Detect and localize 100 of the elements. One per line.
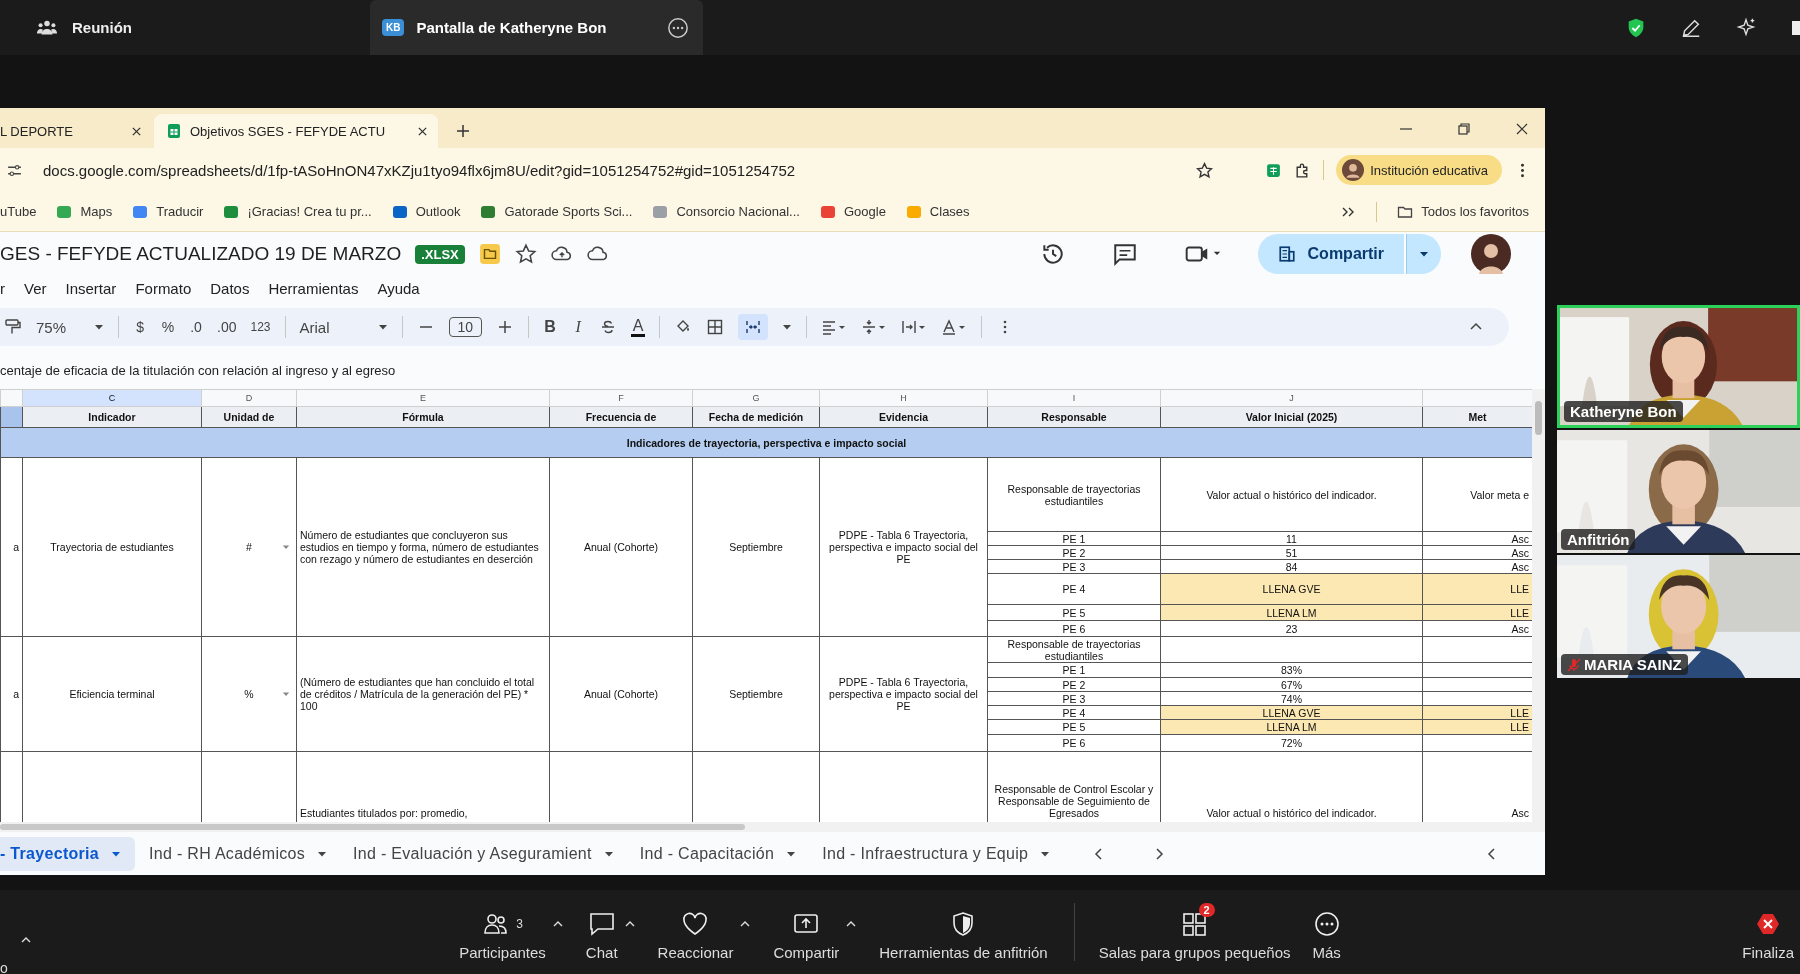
new-tab-icon[interactable] [456,124,470,138]
merge-cells-button[interactable] [738,314,769,340]
italic-button[interactable]: I [571,318,586,336]
merge-icon [744,318,763,336]
restore-icon[interactable] [1457,122,1471,136]
bookmark[interactable]: uTube [0,204,37,219]
menu-item[interactable]: Insertar [65,279,117,297]
meeting-tab[interactable]: Reunión [72,19,132,36]
dropdown-caret-icon[interactable] [282,543,290,551]
menu-item[interactable]: Herramientas [268,279,359,297]
table-cell: Número de estudiantes que concluyeron sus estudios en tiempo y forma, número de estudiantes con rezago y número de estudiantes en deserción [296,457,550,637]
font-size-field[interactable]: 10 [448,317,483,337]
table-cell: Septiembre [692,457,820,637]
menu-item[interactable]: Ver [24,279,47,297]
align-icon[interactable] [821,318,848,336]
sheet-tab[interactable]: - Trayectoria [0,836,136,871]
column-letter-header[interactable]: I [987,389,1161,407]
vertical-align-icon[interactable] [861,318,888,336]
url-field[interactable]: docs.google.com/spreadsheets/d/1fp-tASoHnON47xKZju1tyo94flx6jm8U/edit?gid=1051254752#gid=1051254752 [35,161,796,179]
table-cell: PE 2 [987,677,1161,692]
video-tile[interactable]: Anfitrión [1557,430,1800,553]
bookmark[interactable]: Maps [56,203,113,220]
more-icon [1312,910,1341,938]
column-letter-header[interactable]: E [296,389,550,407]
column-letter-header[interactable]: H [819,389,988,407]
notification-badge: 2 [1198,903,1215,917]
menu-item[interactable]: Formato [135,279,192,297]
toolbar-button[interactable]: Reaccionar [657,903,734,961]
font-dropdown[interactable]: Arial [299,318,388,336]
bookmark[interactable]: Consorcio Nacional... [652,203,800,220]
toolbar-button[interactable]: Chat [585,903,618,961]
toolbar-button[interactable]: Compartir [773,903,840,961]
toolbar-button[interactable]: 2 Salas para grupos pequeños [1098,903,1291,961]
video-tile[interactable]: Katheryne Bon [1557,305,1800,428]
comment-icon[interactable] [1111,241,1138,267]
browser-tab[interactable]: Objetivos SGES - FEFYDE ACTU [154,114,438,148]
text-wrap-icon[interactable] [901,318,928,336]
text-rotation-icon[interactable] [941,318,968,336]
profile-button[interactable]: Institución educativa [1336,155,1502,185]
bookmark[interactable]: ¡Gracias! Crea tu pr... [223,203,372,220]
percent-button[interactable]: % [161,319,176,335]
zoom-dropdown[interactable]: 75% [36,318,105,336]
borders-icon[interactable] [706,318,725,336]
close-icon[interactable] [417,125,428,137]
toolbar-button[interactable]: Más [1312,903,1341,961]
table-cell: PE 6 [987,620,1161,637]
sheet-tab[interactable]: Ind - Evaluación y Aseguramient [353,836,626,871]
number-format-button[interactable]: 123 [250,320,271,334]
video-tile[interactable]: MARIA SAINZ [1557,555,1800,678]
toolbar-button[interactable]: 3 Participantes [459,903,546,961]
paint-format-icon[interactable] [4,318,22,336]
caret-icon[interactable] [782,322,793,332]
menu-item[interactable]: Ayuda [377,279,420,297]
dropdown-caret-icon[interactable] [282,690,290,698]
section-header: Indicadores de trayectoria, perspectiva e impacto social [0,427,1532,458]
star-icon[interactable] [514,243,537,265]
table-cell: PE 3 [987,559,1161,574]
column-letter-header[interactable]: J [1160,389,1423,407]
increase-decimals-button[interactable]: .00 [217,319,237,335]
sheet-tab[interactable]: Ind - Infraestructura y Equip [822,836,1063,871]
formula-text[interactable]: centaje de eficacia de la titulación con relación al ingreso y al egreso [0,363,396,378]
close-icon[interactable] [1515,122,1529,136]
share-tab[interactable]: KB Pantalla de Katheryne Bon [370,0,703,55]
more-icon[interactable] [667,16,689,39]
star-icon[interactable] [1196,161,1214,179]
menu-item[interactable]: Datos [210,279,250,297]
scrollbar-thumb[interactable] [0,824,745,830]
column-letter-header[interactable]: G [692,389,820,407]
scrollbar-thumb[interactable] [1535,401,1542,435]
share-button[interactable]: Compartir [1257,234,1404,274]
column-letter-header[interactable]: F [549,389,693,407]
text-color-button[interactable]: A [631,317,646,337]
bookmark[interactable]: Gatorade Sports Sci... [480,203,633,220]
currency-button[interactable]: $ [133,319,148,335]
menu-item[interactable]: r [0,279,5,297]
sheets-extension-icon[interactable] [1265,161,1283,179]
end-button[interactable]: Finaliza [1742,903,1794,961]
column-letter-header[interactable]: C [22,389,202,407]
bookmark-folder[interactable]: Todos los favoritos [1397,203,1529,220]
folder-icon[interactable] [478,243,501,265]
browser-tab[interactable]: L DEPORTE [0,114,154,148]
audio-button[interactable]: o [0,959,8,974]
table-cell: PE 3 [987,691,1161,706]
table-cell: Responsable de trayectorias estudiantiles [987,457,1161,532]
toolbar-button[interactable]: Herramientas de anfitrión [879,903,1048,961]
avatar-icon[interactable] [1471,234,1511,274]
bookmark[interactable]: Google [819,203,886,220]
table-cell: (Número de estudiantes que han concluido el total de créditos / Matrícula de la generación del PE) * 100 [296,636,550,752]
sheet-tab[interactable]: Ind - RH Académicos [149,836,340,871]
sheet-tab[interactable]: Ind - Capacitación [639,836,809,871]
bold-button[interactable]: B [543,318,558,336]
document-title[interactable]: GES - FEFYDE ACTUALIZADO 19 DE MARZO [0,243,402,265]
bookmark[interactable]: Outlook [391,203,461,220]
bookmark[interactable]: Clases [905,203,970,220]
column-letter-header[interactable]: D [201,389,297,407]
close-icon[interactable] [131,125,142,137]
decrease-decimals-button[interactable]: .0 [189,319,204,335]
caret-icon [377,322,388,332]
bookmark[interactable]: Traducir [132,203,204,220]
column-heading: Fórmula [296,406,550,428]
